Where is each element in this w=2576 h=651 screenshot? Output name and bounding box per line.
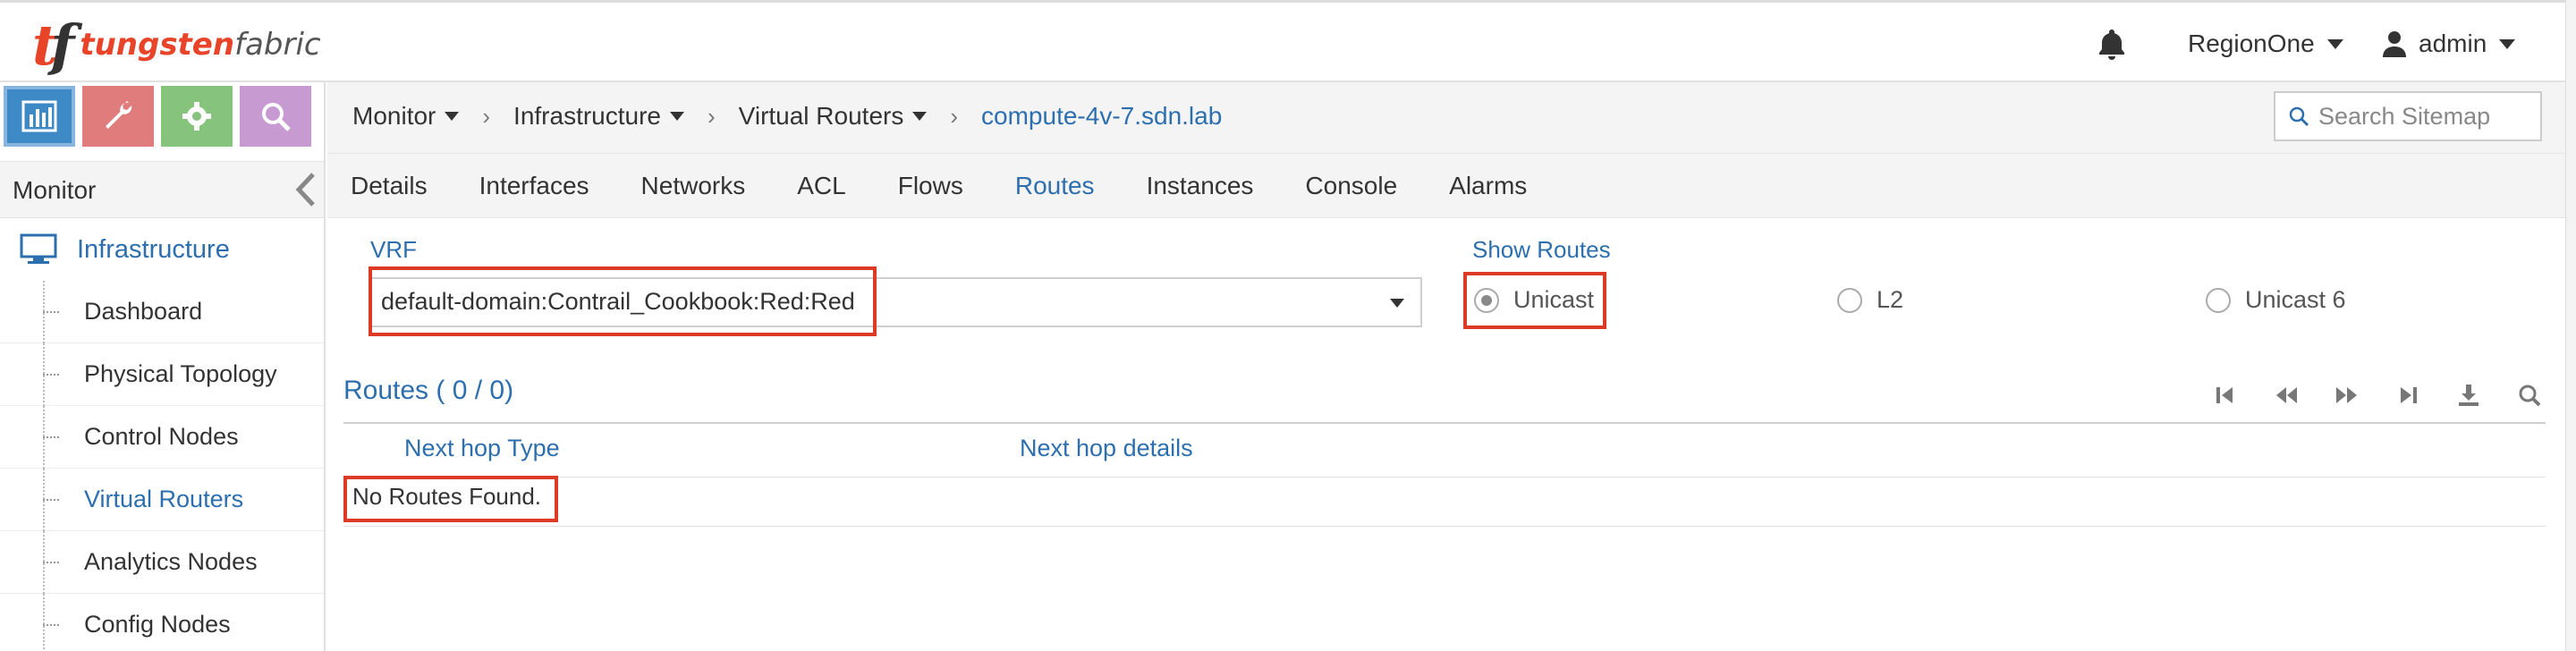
main-content: Monitor › Infrastructure › Virtual Route…	[327, 82, 2565, 651]
chevron-down-icon	[1390, 299, 1404, 308]
logo-mark: tf	[32, 12, 74, 78]
gear-icon	[182, 102, 211, 131]
search-sitemap[interactable]	[2274, 91, 2542, 141]
breadcrumb-current: compute-4v-7.sdn.lab	[981, 102, 1223, 130]
tab-bar: Details Interfaces Networks ACL Flows Ro…	[327, 154, 2565, 218]
user-name: admin	[2419, 30, 2487, 57]
tab-details[interactable]: Details	[351, 172, 428, 200]
empty-message: No Routes Found.	[352, 483, 542, 510]
tab-instances[interactable]: Instances	[1147, 172, 1254, 200]
region-label: RegionOne	[2188, 30, 2315, 57]
sidebar-item-label: Control Nodes	[84, 423, 239, 450]
top-header: tf tungstenfabric RegionOne admin	[0, 0, 2565, 82]
query-tool-button[interactable]	[240, 86, 311, 147]
radio-button[interactable]	[2206, 287, 2231, 313]
sidebar-item-label: Dashboard	[84, 298, 203, 325]
radio-label: L2	[1877, 286, 1904, 313]
chevron-down-icon	[445, 112, 460, 121]
breadcrumb: Monitor › Infrastructure › Virtual Route…	[327, 82, 2565, 154]
wrench-icon	[106, 101, 132, 129]
collapse-sidebar-icon[interactable]	[292, 171, 318, 208]
sidebar-item-label: Config Nodes	[84, 611, 231, 638]
settings-tool-button[interactable]	[161, 86, 233, 147]
chevron-right-icon: ›	[708, 102, 716, 130]
sidebar-section-title: Monitor	[13, 176, 97, 204]
radio-unicast[interactable]: Unicast	[1474, 286, 1594, 314]
sidebar-item-label: Virtual Routers	[84, 486, 244, 512]
tungsten-fabric-logo[interactable]: tf tungstenfabric	[32, 10, 321, 80]
bar-chart-icon	[21, 100, 57, 132]
export-icon[interactable]	[2456, 382, 2481, 409]
grid-toolbar	[1313, 377, 2547, 413]
breadcrumb-virtual-routers[interactable]: Virtual Routers	[739, 102, 928, 131]
page-scrollbar[interactable]	[2565, 0, 2576, 651]
sidebar-item-control-nodes[interactable]: Control Nodes	[0, 406, 324, 469]
sidebar-item-label: Physical Topology	[84, 360, 277, 387]
sidebar-item-dashboard[interactable]: Dashboard	[0, 281, 324, 343]
monitor-icon	[20, 233, 57, 264]
chevron-down-icon	[2499, 38, 2516, 49]
grid-header-divider	[343, 422, 2546, 424]
region-dropdown[interactable]: RegionOne	[2188, 30, 2343, 58]
sidebar-item-label: Analytics Nodes	[84, 548, 258, 575]
grid-bottom-divider	[343, 526, 2546, 527]
vrf-label: VRF	[370, 236, 417, 263]
sidebar: Monitor Infrastructure Dashboard Physica…	[0, 82, 326, 651]
breadcrumb-monitor[interactable]: Monitor	[352, 102, 460, 131]
configure-tool-button[interactable]	[82, 86, 154, 147]
tab-flows[interactable]: Flows	[898, 172, 963, 200]
sidebar-item-config-nodes[interactable]: Config Nodes	[0, 594, 324, 651]
routes-grid-title: Routes ( 0 / 0)	[343, 376, 514, 405]
user-icon	[2383, 31, 2406, 57]
show-routes-label: Show Routes	[1472, 236, 1611, 263]
radio-label: Unicast	[1513, 286, 1595, 313]
sidebar-group-infrastructure[interactable]: Infrastructure	[0, 218, 324, 281]
radio-button[interactable]	[1474, 287, 1499, 313]
bell-icon[interactable]	[2097, 28, 2127, 60]
column-header-next-hop-type[interactable]: Next hop Type	[404, 435, 560, 462]
next-page-icon[interactable]	[2334, 382, 2360, 409]
column-header-next-hop-details[interactable]: Next hop details	[1020, 435, 1193, 462]
chevron-down-icon	[912, 112, 928, 121]
chevron-right-icon: ›	[482, 102, 491, 130]
chevron-right-icon: ›	[950, 102, 959, 130]
radio-unicast-6[interactable]: Unicast 6	[2206, 286, 2346, 314]
sidebar-group-label: Infrastructure	[77, 234, 230, 264]
last-page-icon[interactable]	[2395, 382, 2420, 409]
tab-networks[interactable]: Networks	[641, 172, 746, 200]
tab-interfaces[interactable]: Interfaces	[479, 172, 589, 200]
search-icon	[2289, 106, 2309, 127]
search-icon	[262, 103, 291, 131]
search-input[interactable]	[2318, 102, 2533, 131]
chevron-down-icon	[2326, 38, 2343, 49]
sidebar-section-header: Monitor	[0, 161, 324, 218]
search-icon[interactable]	[2517, 382, 2542, 409]
chevron-down-icon	[670, 112, 684, 121]
sidebar-item-physical-topology[interactable]: Physical Topology	[0, 343, 324, 406]
sidebar-items: Dashboard Physical Topology Control Node…	[0, 281, 324, 651]
tab-console[interactable]: Console	[1305, 172, 1397, 200]
grid-header: Next hop Type Next hop details	[343, 426, 2546, 478]
radio-button[interactable]	[1837, 287, 1862, 313]
user-menu[interactable]: admin	[2383, 30, 2516, 58]
sidebar-toolbar	[4, 86, 311, 147]
tab-alarms[interactable]: Alarms	[1449, 172, 1527, 200]
previous-page-icon[interactable]	[2274, 382, 2299, 409]
breadcrumb-infrastructure[interactable]: Infrastructure	[513, 102, 684, 131]
first-page-icon[interactable]	[2213, 382, 2238, 409]
radio-l2[interactable]: L2	[1837, 286, 1903, 314]
monitor-tool-button[interactable]	[4, 86, 75, 147]
radio-label: Unicast 6	[2245, 286, 2346, 313]
sidebar-item-virtual-routers[interactable]: Virtual Routers	[0, 469, 324, 531]
tab-routes[interactable]: Routes	[1015, 172, 1095, 200]
tab-acl[interactable]: ACL	[797, 172, 845, 200]
logo-text: tungstenfabric	[80, 27, 321, 63]
sidebar-item-analytics-nodes[interactable]: Analytics Nodes	[0, 531, 324, 594]
vrf-selected-value: default-domain:Contrail_Cookbook:Red:Red	[381, 288, 855, 315]
